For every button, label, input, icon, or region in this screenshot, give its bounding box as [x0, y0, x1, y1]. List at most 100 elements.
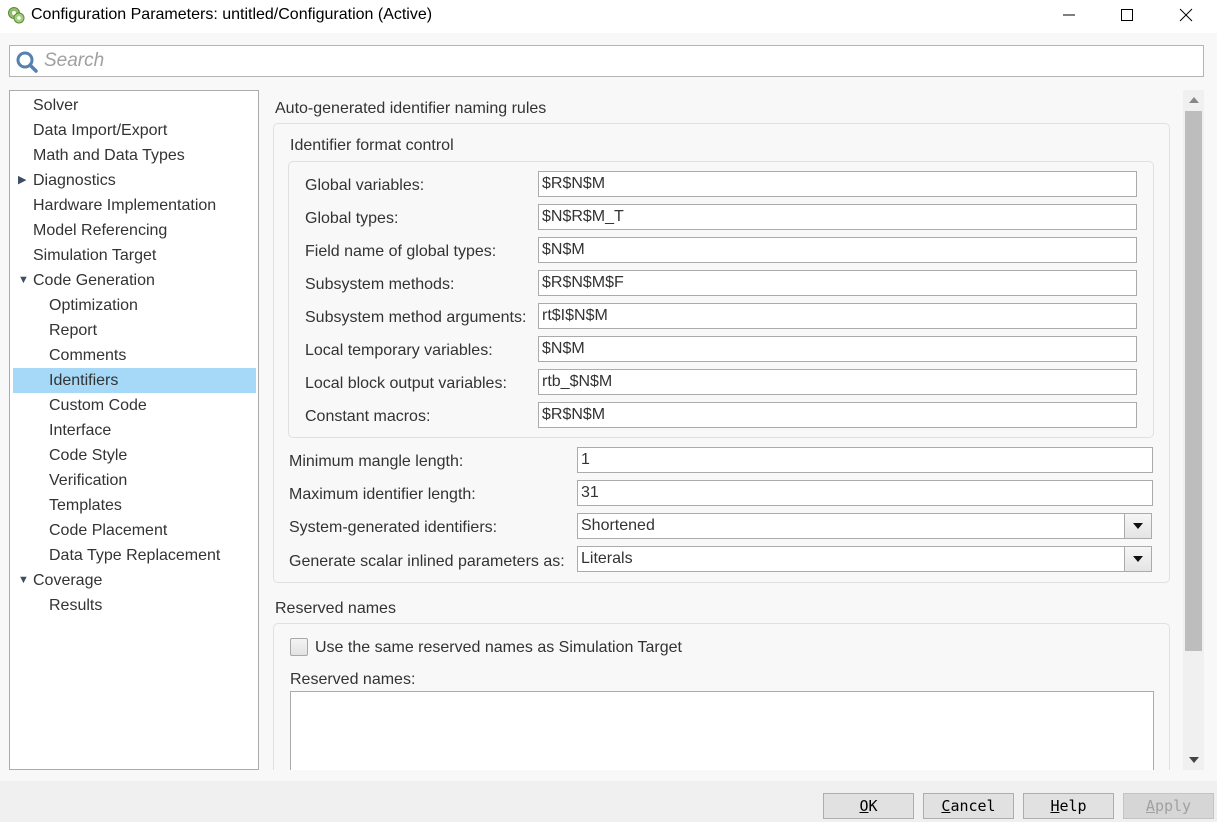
tree-item-label: Comments: [49, 347, 127, 364]
identifiers-pane: Auto-generated identifier naming rules I…: [270, 90, 1182, 770]
help-label: elp: [1059, 797, 1087, 815]
max-identifier-field[interactable]: [577, 480, 1153, 506]
max-identifier-label: Maximum identifier length:: [289, 486, 476, 503]
system-generated-value: Shortened: [581, 517, 655, 534]
tree-item-code-generation[interactable]: ▼ Code Generation: [13, 268, 256, 293]
naming-rules-group: Identifier format control Global variabl…: [273, 123, 1170, 583]
apply-mnemonic: A: [1145, 797, 1155, 815]
reserved-names-label: Reserved names:: [290, 671, 416, 688]
tree-item-solver[interactable]: Solver: [13, 93, 256, 118]
same-reserved-names-label[interactable]: Use the same reserved names as Simulatio…: [315, 639, 682, 657]
scroll-down-button[interactable]: [1183, 750, 1204, 770]
scalar-inlined-dropdown[interactable]: Literals: [577, 546, 1152, 572]
dialog-body: Solver Data Import/Export Math and Data Ty…: [0, 33, 1217, 781]
tree-item-model-referencing[interactable]: Model Referencing: [13, 218, 256, 243]
expanded-arrow-icon[interactable]: ▼: [18, 568, 29, 593]
tree-item-optimization[interactable]: Optimization: [13, 293, 256, 318]
same-reserved-names-checkbox[interactable]: [290, 638, 308, 656]
tree-item-data-import-export[interactable]: Data Import/Export: [13, 118, 256, 143]
format-control-title: Identifier format control: [290, 137, 454, 154]
search-input[interactable]: [44, 48, 1194, 74]
ok-button[interactable]: OK: [823, 793, 914, 819]
reserved-names-group: Use the same reserved names as Simulatio…: [273, 623, 1170, 770]
tree-item-results[interactable]: Results: [13, 593, 256, 618]
search-icon: [15, 50, 39, 74]
format-field-input[interactable]: [538, 369, 1137, 395]
tree-item-comments[interactable]: Comments: [13, 343, 256, 368]
format-field-input[interactable]: [538, 336, 1137, 362]
chevron-down-icon[interactable]: [1124, 514, 1151, 538]
tree-item-label: Verification: [49, 472, 128, 489]
chevron-down-icon: [1188, 757, 1199, 763]
scroll-up-button[interactable]: [1183, 90, 1204, 110]
tree-item-interface[interactable]: Interface: [13, 418, 256, 443]
tree-item-custom-code[interactable]: Custom Code: [13, 393, 256, 418]
chevron-up-icon: [1188, 97, 1199, 103]
vertical-scrollbar[interactable]: [1183, 90, 1204, 770]
tree-item-label: Results: [49, 597, 103, 614]
tree-item-label: Custom Code: [49, 397, 147, 414]
tree-item-label: Data Type Replacement: [49, 547, 221, 564]
tree-item-identifiers[interactable]: Identifiers: [13, 368, 256, 393]
tree-item-code-style[interactable]: Code Style: [13, 443, 256, 468]
tree-item-hardware-implementation[interactable]: Hardware Implementation: [13, 193, 256, 218]
cancel-button[interactable]: Cancel: [923, 793, 1014, 819]
tree-item-label: Code Style: [49, 447, 128, 464]
chevron-down-icon[interactable]: [1124, 547, 1151, 571]
min-mangle-field[interactable]: [577, 447, 1153, 473]
format-field-label: Field name of global types:: [305, 243, 497, 260]
tree-item-label: Math and Data Types: [33, 147, 185, 164]
ok-mnemonic: O: [859, 797, 869, 815]
tree-item-label: Code Placement: [49, 522, 168, 539]
scalar-inlined-label: Generate scalar inlined parameters as:: [289, 553, 565, 570]
maximize-button[interactable]: [1104, 0, 1150, 30]
system-generated-label: System-generated identifiers:: [289, 519, 498, 536]
tree-item-templates[interactable]: Templates: [13, 493, 256, 518]
title-bar: Configuration Parameters: untitled/Confi…: [0, 0, 1217, 33]
tree-item-data-type-replacement[interactable]: Data Type Replacement: [13, 543, 256, 568]
collapsed-arrow-icon[interactable]: ▶: [18, 168, 26, 193]
search-box[interactable]: [9, 45, 1204, 77]
apply-button[interactable]: Apply: [1123, 793, 1214, 819]
format-field-label: Subsystem methods:: [305, 276, 455, 293]
help-button[interactable]: Help: [1023, 793, 1114, 819]
format-field-input[interactable]: [538, 303, 1137, 329]
format-field-input[interactable]: [538, 402, 1137, 428]
close-icon: [1179, 8, 1193, 22]
dialog-buttons: OK Cancel Help Apply: [0, 781, 1217, 822]
apply-label: pply: [1154, 797, 1192, 815]
tree-item-label: Model Referencing: [33, 222, 168, 239]
tree-item-code-placement[interactable]: Code Placement: [13, 518, 256, 543]
minimize-icon: [1063, 14, 1075, 16]
tree-item-report[interactable]: Report: [13, 318, 256, 343]
system-generated-dropdown[interactable]: Shortened: [577, 513, 1152, 539]
maximize-icon: [1121, 9, 1133, 21]
window-title: Configuration Parameters: untitled/Confi…: [31, 6, 433, 23]
category-tree: Solver Data Import/Export Math and Data Ty…: [9, 90, 259, 770]
format-field-label: Global types:: [305, 210, 399, 227]
naming-rules-title: Auto-generated identifier naming rules: [275, 100, 547, 117]
cancel-mnemonic: C: [941, 797, 951, 815]
tree-item-diagnostics[interactable]: ▶ Diagnostics: [13, 168, 256, 193]
tree-item-label: Diagnostics: [33, 172, 116, 189]
expanded-arrow-icon[interactable]: ▼: [18, 268, 29, 293]
minimize-button[interactable]: [1046, 0, 1092, 30]
tree-item-simulation-target[interactable]: Simulation Target: [13, 243, 256, 268]
ok-label: K: [868, 797, 878, 815]
format-field-input[interactable]: [538, 237, 1137, 263]
cancel-label: ancel: [950, 797, 996, 815]
format-field-input[interactable]: [538, 171, 1137, 197]
tree-item-label: Optimization: [49, 297, 138, 314]
tree-item-label: Interface: [49, 422, 112, 439]
close-button[interactable]: [1163, 0, 1209, 30]
scroll-thumb[interactable]: [1185, 111, 1202, 651]
format-field-input[interactable]: [538, 270, 1137, 296]
tree-item-label: Code Generation: [33, 272, 155, 289]
reserved-names-textarea[interactable]: [290, 691, 1154, 770]
tree-item-math-and-data-types[interactable]: Math and Data Types: [13, 143, 256, 168]
format-control-group: Global variables: Global types: Field name…: [288, 161, 1154, 438]
tree-item-coverage[interactable]: ▼ Coverage: [13, 568, 256, 593]
scalar-inlined-value: Literals: [581, 550, 633, 567]
tree-item-verification[interactable]: Verification: [13, 468, 256, 493]
format-field-input[interactable]: [538, 204, 1137, 230]
